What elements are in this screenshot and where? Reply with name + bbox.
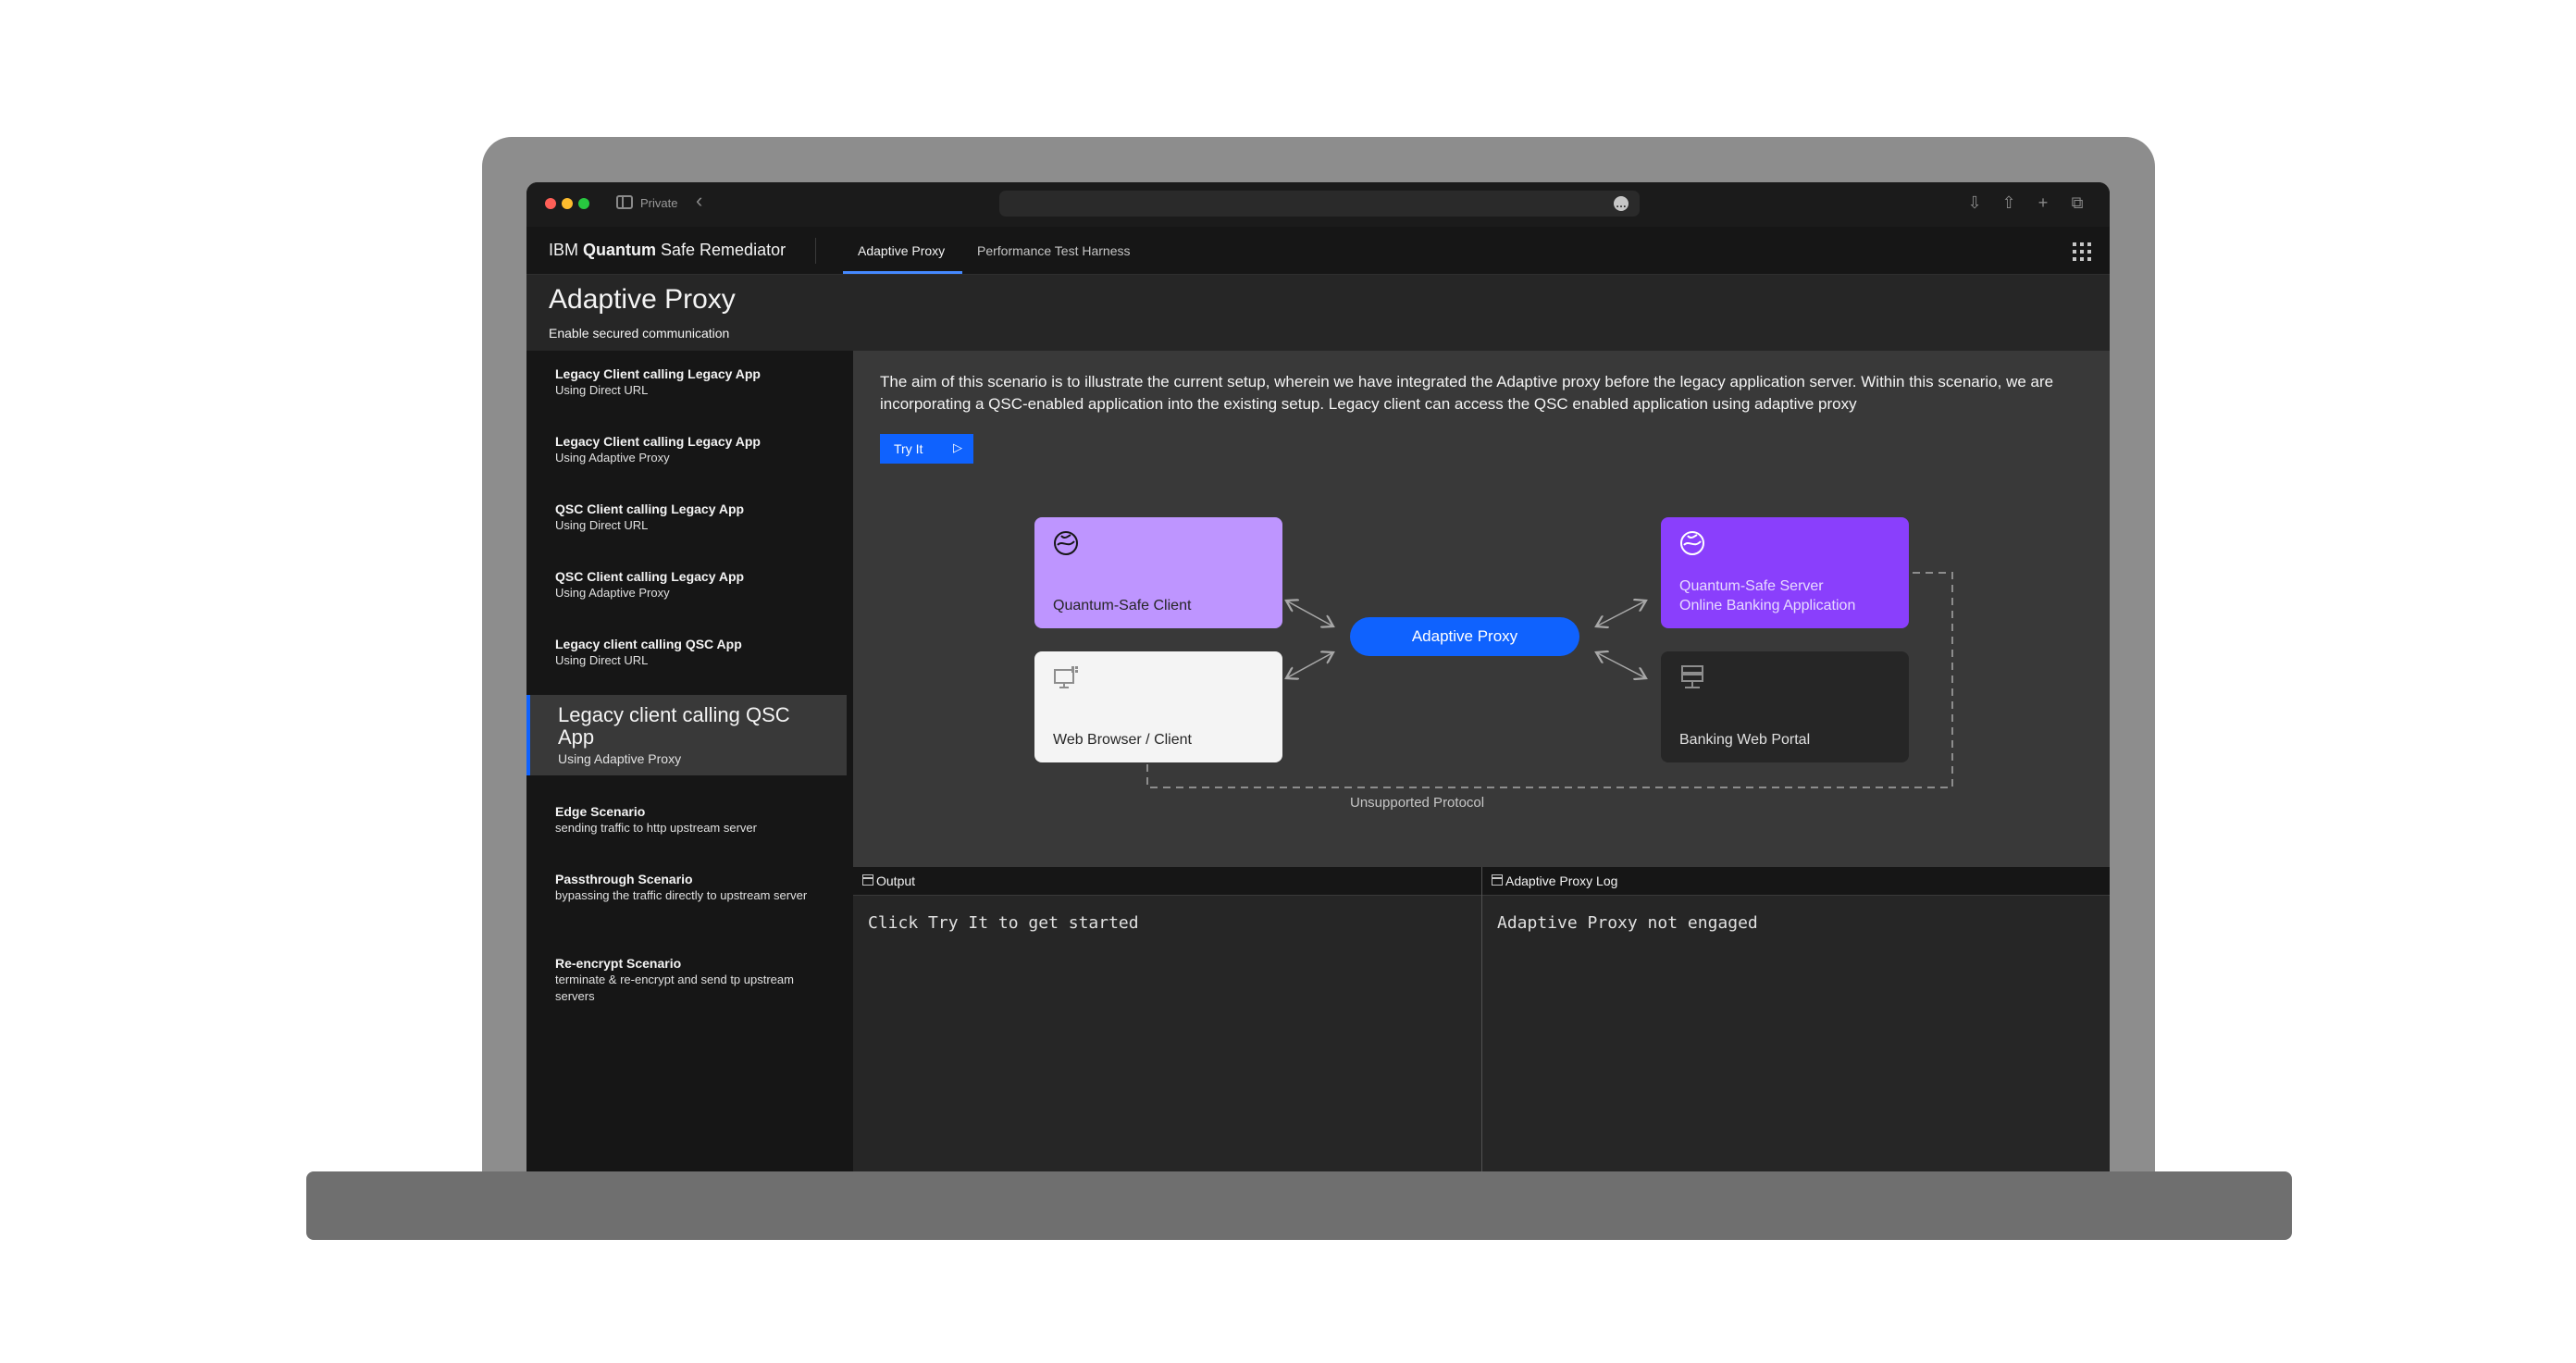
- app-header: IBM Quantum Safe Remediator Adaptive Pro…: [526, 227, 2110, 275]
- scenario-subtitle: Using Direct URL: [555, 383, 649, 397]
- scenario-item[interactable]: Edge Scenario sending traffic to http up…: [526, 803, 847, 836]
- scenario-subtitle: Using Direct URL: [555, 653, 649, 667]
- tab-adaptive-proxy[interactable]: Adaptive Proxy: [858, 243, 945, 258]
- banking-web-portal-card: Banking Web Portal: [1661, 651, 1909, 762]
- maximize-window-button[interactable]: [578, 198, 589, 209]
- output-title: Output: [876, 874, 916, 888]
- architecture-diagram: Quantum-Safe Client Web Browser / Client…: [853, 351, 2110, 867]
- log-text: Adaptive Proxy not engaged: [1497, 913, 1758, 933]
- web-browser-client-card: Web Browser / Client: [1034, 651, 1282, 762]
- scenario-title: Legacy Client calling Legacy App: [555, 434, 761, 449]
- browser-window: Private ‹ … ⇩ ⇧ + ⧉ IBM Quantum Safe Rem…: [526, 182, 2110, 1171]
- card-label-line2: Online Banking Application: [1679, 598, 1856, 613]
- close-window-button[interactable]: [545, 198, 556, 209]
- page-header: Adaptive Proxy Enable secured communicat…: [526, 275, 2110, 351]
- tab-performance-test-harness[interactable]: Performance Test Harness: [977, 243, 1130, 258]
- scenario-subtitle: Using Adaptive Proxy: [555, 586, 670, 600]
- scenario-item[interactable]: Passthrough Scenario bypassing the traff…: [526, 871, 847, 904]
- card-label: Quantum-Safe Client: [1053, 598, 1192, 613]
- browser-toolbar: Private ‹ … ⇩ ⇧ + ⧉: [526, 182, 2110, 227]
- scenario-subtitle: Using Adaptive Proxy: [555, 451, 670, 465]
- page-title: Adaptive Proxy: [549, 284, 736, 315]
- header-divider: [815, 238, 816, 264]
- scenario-title: Re-encrypt Scenario: [555, 956, 682, 971]
- scenario-item[interactable]: Legacy Client calling Legacy App Using A…: [526, 433, 847, 466]
- brand-name[interactable]: IBM Quantum Safe Remediator: [549, 241, 786, 260]
- adaptive-proxy-node: Adaptive Proxy: [1350, 617, 1579, 656]
- terminal-icon: [862, 874, 873, 886]
- app-switcher-icon[interactable]: [2073, 242, 2091, 261]
- scenario-item[interactable]: QSC Client calling Legacy App Using Dire…: [526, 501, 847, 534]
- scenario-subtitle: terminate & re-encrypt and send tp upstr…: [555, 973, 794, 1003]
- tab-overview-icon[interactable]: ⧉: [2067, 192, 2087, 213]
- scenario-item[interactable]: QSC Client calling Legacy App Using Adap…: [526, 568, 847, 601]
- page-subtitle: Enable secured communication: [549, 326, 730, 341]
- log-title: Adaptive Proxy Log: [1505, 874, 1618, 888]
- arrow-proxy-banking-portal: [1596, 652, 1646, 678]
- server-icon: [1681, 665, 1703, 688]
- terminal-icon: [1492, 874, 1503, 886]
- quantum-safe-server-card: Quantum-Safe Server Online Banking Applic…: [1661, 517, 1909, 628]
- scenario-list: Legacy Client calling Legacy App Using D…: [526, 351, 853, 1171]
- arrow-proxy-qs-server: [1596, 601, 1646, 626]
- back-chevron-icon[interactable]: ‹: [696, 191, 702, 211]
- scenario-item-active[interactable]: Legacy client calling QSC App Using Adap…: [526, 695, 847, 775]
- scenario-content: The aim of this scenario is to illustrat…: [853, 351, 2110, 867]
- arrow-web-client-proxy: [1286, 652, 1333, 678]
- minimize-window-button[interactable]: [562, 198, 573, 209]
- share-icon[interactable]: ⇧: [1999, 192, 2019, 213]
- output-panel-header: Output: [853, 867, 1481, 896]
- card-label: Banking Web Portal: [1679, 732, 1811, 748]
- scenario-item[interactable]: Legacy Client calling Legacy App Using D…: [526, 366, 847, 399]
- address-bar[interactable]: …: [999, 191, 1640, 217]
- card-label-line1: Quantum-Safe Server: [1679, 578, 1824, 594]
- quantum-safe-client-card: Quantum-Safe Client: [1034, 517, 1282, 628]
- scenario-title: Legacy client calling QSC App: [555, 637, 742, 651]
- globe-icon: [1054, 531, 1078, 555]
- output-panel: Output Click Try It to get started: [853, 867, 1482, 1171]
- active-tab-indicator: [843, 271, 962, 274]
- scenario-subtitle: bypassing the traffic directly to upstre…: [555, 888, 808, 902]
- unsupported-protocol-label: Unsupported Protocol: [1350, 795, 1485, 811]
- scenario-subtitle: Using Adaptive Proxy: [558, 751, 682, 766]
- scenario-title: QSC Client calling Legacy App: [555, 502, 745, 516]
- scenario-item[interactable]: Legacy client calling QSC App Using Dire…: [526, 636, 847, 669]
- scenario-title: Legacy Client calling Legacy App: [555, 366, 761, 381]
- card-label: Web Browser / Client: [1053, 732, 1192, 748]
- scenario-title: Passthrough Scenario: [555, 872, 693, 886]
- scenario-subtitle: Using Direct URL: [555, 518, 649, 532]
- scenario-subtitle: sending traffic to http upstream server: [555, 821, 757, 835]
- card-label: Quantum-Safe Server Online Banking Applic…: [1679, 576, 1855, 615]
- more-options-icon[interactable]: …: [1614, 196, 1629, 211]
- scenario-title: Legacy client calling QSC App: [558, 703, 790, 749]
- sidebar-toggle-icon[interactable]: [616, 195, 633, 209]
- arrow-qs-client-proxy: [1286, 601, 1333, 626]
- scenario-title: Edge Scenario: [555, 804, 646, 819]
- log-panel-header: Adaptive Proxy Log: [1482, 867, 2110, 896]
- scenario-title: QSC Client calling Legacy App: [555, 569, 745, 584]
- adaptive-proxy-log-panel: Adaptive Proxy Log Adaptive Proxy not en…: [1482, 867, 2110, 1171]
- globe-icon: [1680, 531, 1704, 555]
- output-text: Click Try It to get started: [868, 913, 1139, 933]
- laptop-base: [306, 1171, 2292, 1240]
- private-label: Private: [640, 196, 678, 210]
- download-icon[interactable]: ⇩: [1964, 192, 1985, 213]
- scenario-item[interactable]: Re-encrypt Scenario terminate & re-encry…: [526, 955, 847, 1005]
- desktop-icon: [1054, 666, 1078, 688]
- new-tab-icon[interactable]: +: [2033, 192, 2053, 213]
